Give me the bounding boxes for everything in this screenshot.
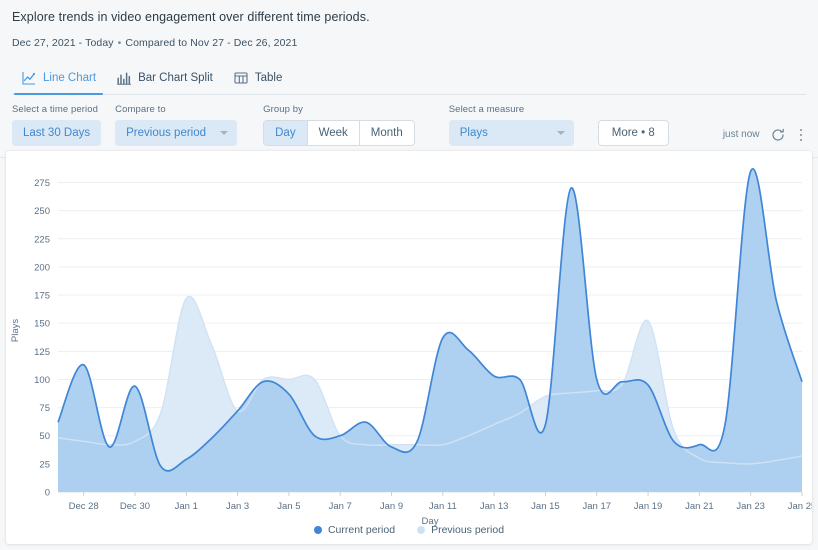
x-tick-label: Jan 19 [634, 501, 663, 512]
legend-dot-current [313, 526, 322, 534]
toolbar-right-actions: just now [723, 127, 806, 147]
chevron-down-icon [220, 131, 229, 135]
group-by-group: Group by Day Week Month [263, 104, 415, 146]
refresh-icon[interactable] [771, 128, 785, 142]
x-tick-label: Jan 7 [329, 501, 352, 512]
x-tick-label: Jan 5 [277, 501, 300, 512]
legend-dot-previous [417, 526, 426, 534]
y-tick-label: 150 [34, 319, 50, 330]
x-tick-label: Jan 25 [788, 501, 812, 512]
filter-toolbar: Select a time period Last 30 Days Compar… [0, 95, 818, 158]
compare-to-select[interactable]: Previous period [115, 120, 238, 146]
y-tick-label: 225 [34, 234, 50, 245]
group-by-option-week[interactable]: Week [307, 121, 360, 145]
measure-group: Select a measure Plays [448, 104, 574, 146]
subtitle-separator: • [117, 37, 122, 49]
x-tick-label: Dec 28 [69, 501, 99, 512]
legend-label-current: Current period [327, 524, 396, 536]
x-tick-label: Dec 30 [120, 501, 150, 512]
date-range-text: Dec 27, 2021 - Today [12, 37, 114, 49]
chart-legend: Current period Previous period [6, 524, 812, 536]
chart-container: 0 25 50 75 100 125 150 175 200 225 250 275 Dec 28 De… [6, 151, 812, 544]
legend-label-previous: Previous period [431, 524, 505, 536]
x-tick-label: Jan 21 [685, 501, 714, 512]
y-tick-label: 100 [34, 375, 50, 386]
y-tick-label: 250 [34, 206, 50, 217]
measure-select[interactable]: Plays [448, 120, 574, 146]
table-icon [234, 71, 248, 85]
y-axis-title: Plays [10, 319, 21, 342]
group-by-option-month[interactable]: Month [359, 121, 414, 145]
y-axis-ticks: 0 25 50 75 100 125 150 175 200 225 250 275 [34, 178, 50, 498]
y-tick-label: 50 [39, 431, 50, 442]
x-tick-label: Jan 1 [175, 501, 198, 512]
x-tick-label: Jan 11 [429, 501, 457, 512]
x-tick-label: Jan 17 [582, 501, 611, 512]
tab-table[interactable]: Table [226, 65, 296, 94]
y-tick-label: 25 [39, 459, 50, 470]
measure-value: Plays [459, 127, 488, 139]
y-tick-label: 275 [34, 178, 50, 189]
more-button[interactable]: More • 8 [597, 120, 669, 146]
analytics-page: Explore trends in video engagement over … [0, 0, 818, 550]
y-tick-label: 125 [34, 347, 50, 358]
page-title: Explore trends in video engagement over … [12, 10, 370, 24]
trend-chart[interactable]: 0255075100125150175200225250275 Dec 28 De… [6, 151, 812, 544]
time-period-value: Last 30 Days [23, 127, 91, 139]
legend-item-previous-period[interactable]: Previous period [417, 524, 504, 536]
bar-chart-icon [117, 71, 132, 85]
time-period-label: Select a time period [12, 104, 98, 115]
legend-item-current-period[interactable]: Current period [313, 524, 396, 536]
tab-line-chart-label: Line Chart [43, 72, 97, 84]
tab-line-chart[interactable]: Line Chart [14, 65, 109, 95]
group-by-label: Group by [263, 104, 304, 115]
x-tick-label: Jan 13 [480, 501, 509, 512]
y-tick-label: 200 [34, 262, 50, 273]
compare-to-value: Previous period [126, 127, 207, 139]
chevron-down-icon [556, 131, 565, 135]
time-period-select[interactable]: Last 30 Days [12, 120, 102, 146]
line-chart-icon [22, 71, 36, 85]
view-tabs: Line Chart Bar Chart Split Table [12, 65, 806, 95]
page-subtitle: Dec 27, 2021 - Today • Compared to Nov 27 … [12, 35, 806, 51]
compare-to-label: Compare to [115, 104, 166, 115]
x-axis-ticks: Dec 28 Dec 30 Jan 1 Jan 3 Jan 5 Jan 7 Jan 9 Jan… [69, 492, 812, 512]
tab-bar-chart-split[interactable]: Bar Chart Split [109, 65, 226, 94]
measure-label: Select a measure [448, 104, 525, 115]
tab-table-label: Table [254, 72, 283, 84]
compared-to-text: Compared to Nov 27 - Dec 26, 2021 [125, 37, 298, 49]
more-group: More • 8 [597, 104, 669, 146]
x-tick-label: Jan 15 [531, 501, 560, 512]
y-tick-label: 0 [45, 488, 50, 499]
tab-bar-chart-split-label: Bar Chart Split [138, 72, 213, 84]
refresh-status: just now [722, 129, 760, 141]
time-period-group: Select a time period Last 30 Days [12, 104, 102, 146]
more-options-icon[interactable] [796, 127, 807, 144]
page-header: Explore trends in video engagement over … [0, 0, 818, 95]
group-by-option-day[interactable]: Day [264, 121, 308, 145]
x-tick-label: Jan 23 [736, 501, 765, 512]
x-tick-label: Jan 9 [380, 501, 403, 512]
group-by-segmented-control: Day Week Month [263, 120, 415, 146]
compare-to-group: Compare to Previous period [115, 104, 238, 146]
x-tick-label: Jan 3 [226, 501, 249, 512]
more-spacer [598, 104, 669, 115]
y-tick-label: 75 [39, 403, 50, 414]
y-tick-label: 175 [34, 291, 50, 302]
chart-card: 0 25 50 75 100 125 150 175 200 225 250 275 Dec 28 De… [6, 151, 812, 544]
